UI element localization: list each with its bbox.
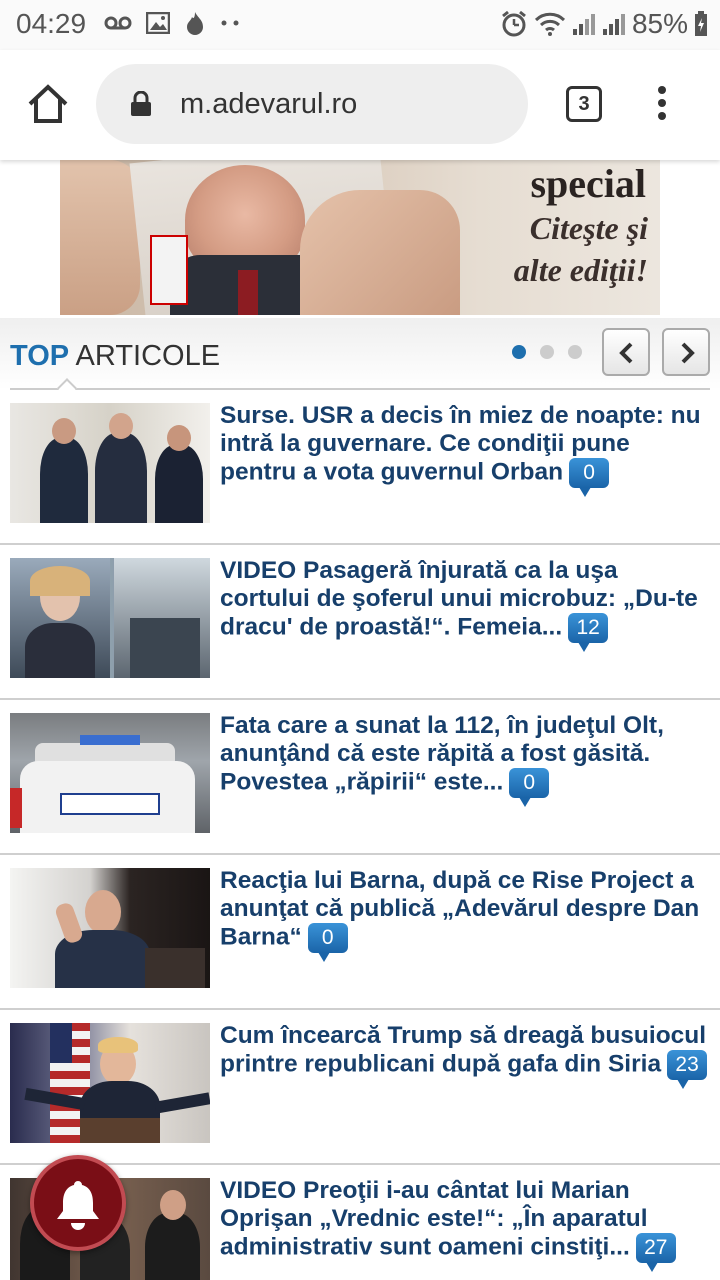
article-headline[interactable]: VIDEO Preoţii i-au cântat lui Marian Opr… [220, 1177, 712, 1272]
carousel-pager [512, 345, 582, 359]
chevron-left-icon [619, 342, 633, 364]
address-bar[interactable]: m.adevarul.ro [96, 64, 528, 144]
article-headline[interactable]: Reacţia lui Barna, după ce Rise Project … [220, 867, 712, 962]
overflow-menu-button[interactable] [650, 84, 674, 124]
voicemail-icon [104, 16, 132, 30]
pager-dot[interactable] [568, 345, 582, 359]
article-headline[interactable]: VIDEO Pasageră înjurată ca la uşa cortul… [220, 557, 712, 652]
status-bar: 04:29 85% [0, 0, 720, 50]
chevron-right-icon [681, 342, 695, 364]
alarm-icon [502, 10, 526, 37]
article-thumbnail[interactable] [10, 713, 210, 833]
article-headline[interactable]: Surse. USR a decis în miez de noapte: nu… [220, 402, 712, 497]
article-item[interactable]: Cum încearcă Trump să dreagă busuiocul p… [0, 1010, 720, 1165]
article-headline[interactable]: Fata care a sunat la 112, în judeţul Olt… [220, 712, 712, 807]
battery-icon [695, 11, 707, 36]
article-headline[interactable]: Cum încearcă Trump să dreagă busuiocul p… [220, 1022, 712, 1089]
article-list: Surse. USR a decis în miez de noapte: nu… [0, 390, 720, 1280]
pager-dot[interactable] [540, 345, 554, 359]
tab-switcher-button[interactable]: 3 [566, 86, 602, 122]
signal-icon [572, 14, 595, 35]
lock-icon [131, 91, 151, 116]
banner-text-line2: alte ediţii! [513, 252, 648, 288]
comment-count-badge[interactable]: 0 [509, 768, 550, 807]
notification-subscribe-button[interactable] [30, 1155, 126, 1251]
image-icon [146, 12, 170, 34]
previous-button[interactable] [602, 328, 650, 376]
promo-banner[interactable]: special Citeşte şi alte ediţii! [60, 160, 660, 315]
article-item[interactable]: Surse. USR a decis în miez de noapte: nu… [0, 390, 720, 545]
signal-icon [602, 14, 625, 35]
article-item[interactable]: Fata care a sunat la 112, în judeţul Olt… [0, 700, 720, 855]
comment-count-badge[interactable]: 0 [307, 923, 348, 962]
comment-count-badge[interactable]: 27 [635, 1233, 676, 1272]
section-title: TOP ARTICOLE [10, 340, 221, 372]
article-thumbnail[interactable] [10, 403, 210, 523]
more-dots-icon [221, 20, 239, 26]
article-item[interactable]: VIDEO Pasageră înjurată ca la uşa cortul… [0, 545, 720, 700]
comment-count-badge[interactable]: 12 [568, 613, 609, 652]
home-icon [28, 84, 68, 123]
next-button[interactable] [662, 328, 710, 376]
battery-percent: 85% [631, 8, 688, 39]
comment-count-badge[interactable]: 23 [667, 1050, 708, 1089]
fire-icon [187, 12, 203, 35]
article-thumbnail[interactable] [10, 558, 210, 678]
article-thumbnail[interactable] [10, 1023, 210, 1143]
status-time: 04:29 [16, 8, 87, 39]
wifi-icon [534, 12, 566, 36]
url-text: m.adevarul.ro [180, 88, 358, 120]
browser-toolbar: m.adevarul.ro 3 [0, 50, 720, 160]
comment-count-badge[interactable]: 0 [569, 458, 610, 497]
article-item[interactable]: Reacţia lui Barna, după ce Rise Project … [0, 855, 720, 1010]
home-button[interactable] [26, 82, 70, 126]
pager-dot[interactable] [512, 345, 526, 359]
banner-text-line1: Citeşte şi [529, 210, 648, 246]
bell-icon [57, 1181, 99, 1230]
banner-heading: special [530, 161, 646, 206]
article-thumbnail[interactable] [10, 868, 210, 988]
top-articles-header: TOP ARTICOLE [0, 318, 720, 390]
